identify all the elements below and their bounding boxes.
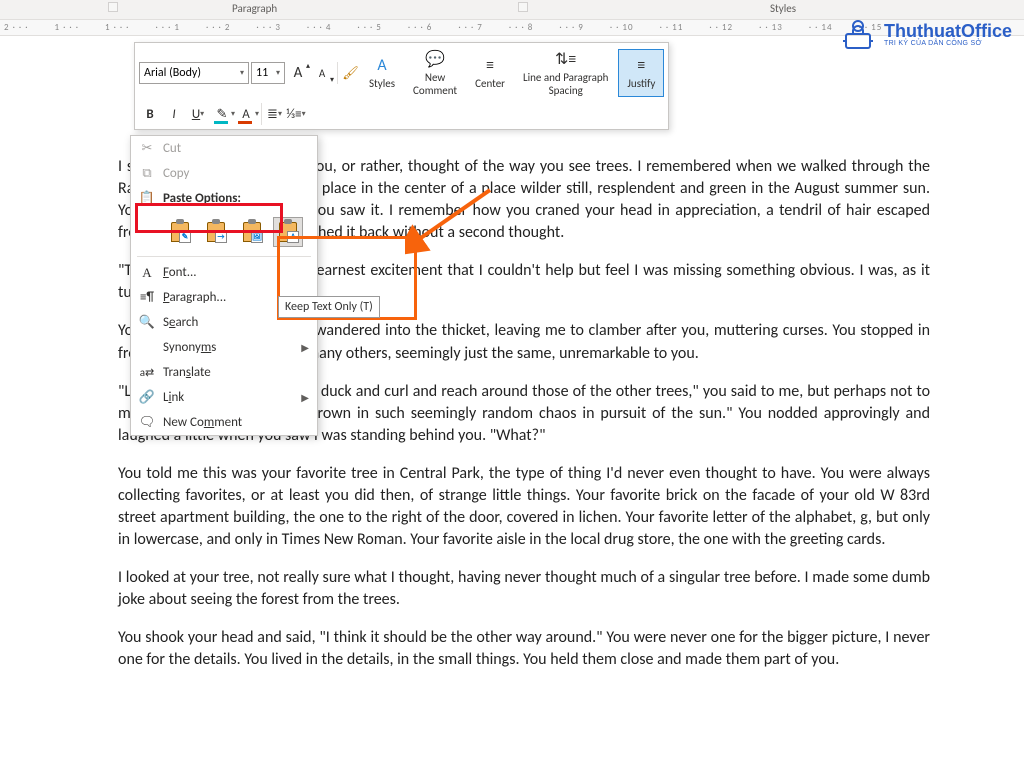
menu-copy-label: Copy: [163, 166, 189, 181]
italic-button[interactable]: I: [163, 103, 185, 125]
paste-picture[interactable]: 🖼: [237, 217, 267, 247]
font-name-combo[interactable]: Arial (Body) ▾: [139, 62, 249, 84]
paragraph-icon: ≡¶: [139, 290, 155, 306]
font-name-value: Arial (Body): [144, 66, 201, 80]
highlight-color-button[interactable]: ✎▾: [211, 103, 233, 125]
grow-font-button[interactable]: A▴: [287, 62, 309, 84]
menu-paste-options: 📋 Paste Options:: [131, 186, 317, 211]
shrink-font-button[interactable]: A▾: [311, 62, 333, 84]
styles-button[interactable]: A Styles: [361, 49, 403, 97]
paragraph-dialog-launcher[interactable]: [108, 2, 118, 12]
watermark: ThuthuatOffice TRI KỶ CỦA DÂN CÔNG SỞ: [838, 14, 1012, 54]
styles-label: Styles: [369, 77, 395, 90]
paste-icon: 📋: [139, 191, 155, 207]
paste-keep-text-only[interactable]: A: [273, 217, 303, 247]
line-spacing-icon: ⇅≡: [555, 49, 576, 69]
paste-tooltip: Keep Text Only (T): [278, 296, 380, 318]
menu-new-comment[interactable]: 🗨 New Comment: [131, 410, 317, 435]
menu-synonyms-label: Synonyms: [163, 340, 216, 355]
menu-synonyms[interactable]: Synonyms ▶: [131, 335, 317, 360]
watermark-icon: [838, 14, 878, 54]
chevron-down-icon: ▾: [240, 68, 244, 78]
line-spacing-button[interactable]: ⇅≡Line and Paragraph Spacing: [515, 47, 616, 99]
mini-toolbar: Arial (Body) ▾ 11 ▾ A▴ A▾ 🖌 A Styles 💬New C…: [134, 42, 669, 130]
font-color-button[interactable]: A▾: [235, 103, 257, 125]
menu-link-label: Link: [163, 390, 184, 405]
underline-button[interactable]: U▾: [187, 103, 209, 125]
menu-copy[interactable]: ⧉ Copy: [131, 161, 317, 186]
chevron-down-icon: ▾: [255, 109, 259, 119]
separator: [137, 256, 311, 257]
line-spacing-label: Line and Paragraph Spacing: [523, 71, 608, 97]
paragraph[interactable]: You told me this was your favorite tree …: [118, 463, 930, 551]
new-comment-button[interactable]: 💬New Comment: [405, 47, 465, 99]
justify-label: Justify: [627, 77, 655, 90]
group-styles-label: Styles: [770, 2, 796, 15]
link-icon: 🔗: [139, 390, 155, 406]
comment-icon: 🗨: [139, 415, 155, 431]
menu-search-label: Search: [163, 315, 198, 330]
menu-translate-label: Translate: [163, 365, 211, 380]
chevron-down-icon: ▾: [200, 109, 204, 119]
align-center-icon: ≡: [486, 56, 494, 75]
menu-translate[interactable]: a⇄ Translate: [131, 360, 317, 385]
format-painter-button[interactable]: 🖌: [337, 62, 359, 84]
paste-merge-formatting[interactable]: →: [201, 217, 231, 247]
menu-paragraph-label: Paragraph...: [163, 290, 226, 305]
paste-options-row: ✎ → 🖼 A: [131, 211, 317, 253]
menu-paste-options-label: Paste Options:: [163, 191, 241, 206]
translate-icon: a⇄: [139, 365, 155, 381]
chevron-down-icon: ▾: [276, 68, 280, 78]
group-paragraph-label: Paragraph: [232, 2, 277, 15]
align-justify-icon: ≡: [637, 56, 645, 75]
chevron-right-icon: ▶: [301, 391, 309, 404]
font-icon: A: [139, 265, 155, 281]
menu-font[interactable]: A Font...: [131, 260, 317, 285]
center-label: Center: [475, 77, 505, 90]
paragraph[interactable]: You shook your head and said, "I think i…: [118, 627, 930, 671]
menu-font-label: Font...: [163, 265, 197, 280]
font-size-value: 11: [256, 66, 268, 80]
search-icon: 🔍: [139, 315, 155, 331]
bullets-button[interactable]: ≣ ▾: [261, 103, 283, 125]
styles-icon: A: [377, 56, 386, 75]
cut-icon: ✂: [139, 141, 155, 157]
menu-link[interactable]: 🔗 Link ▶: [131, 385, 317, 410]
menu-new-comment-label: New Comment: [163, 415, 242, 430]
paragraph-dialog-launcher-2[interactable]: [518, 2, 528, 12]
watermark-title: ThuthuatOffice: [884, 21, 1012, 42]
new-comment-label: New Comment: [413, 71, 457, 97]
paragraph[interactable]: I looked at your tree, not really sure w…: [118, 567, 930, 611]
numbering-button[interactable]: ⅓≡ ▾: [285, 103, 307, 125]
menu-cut[interactable]: ✂ Cut: [131, 136, 317, 161]
menu-cut-label: Cut: [163, 141, 181, 156]
copy-icon: ⧉: [139, 166, 155, 182]
chevron-right-icon: ▶: [301, 341, 309, 354]
context-menu: ✂ Cut ⧉ Copy 📋 Paste Options: ✎ → 🖼 A A …: [130, 135, 318, 436]
font-size-combo[interactable]: 11 ▾: [251, 62, 285, 84]
center-button[interactable]: ≡ Center: [467, 49, 513, 97]
bold-button[interactable]: B: [139, 103, 161, 125]
comment-icon: 💬: [425, 49, 445, 69]
paste-keep-source-formatting[interactable]: ✎: [165, 217, 195, 247]
justify-button[interactable]: ≡ Justify: [618, 49, 664, 97]
